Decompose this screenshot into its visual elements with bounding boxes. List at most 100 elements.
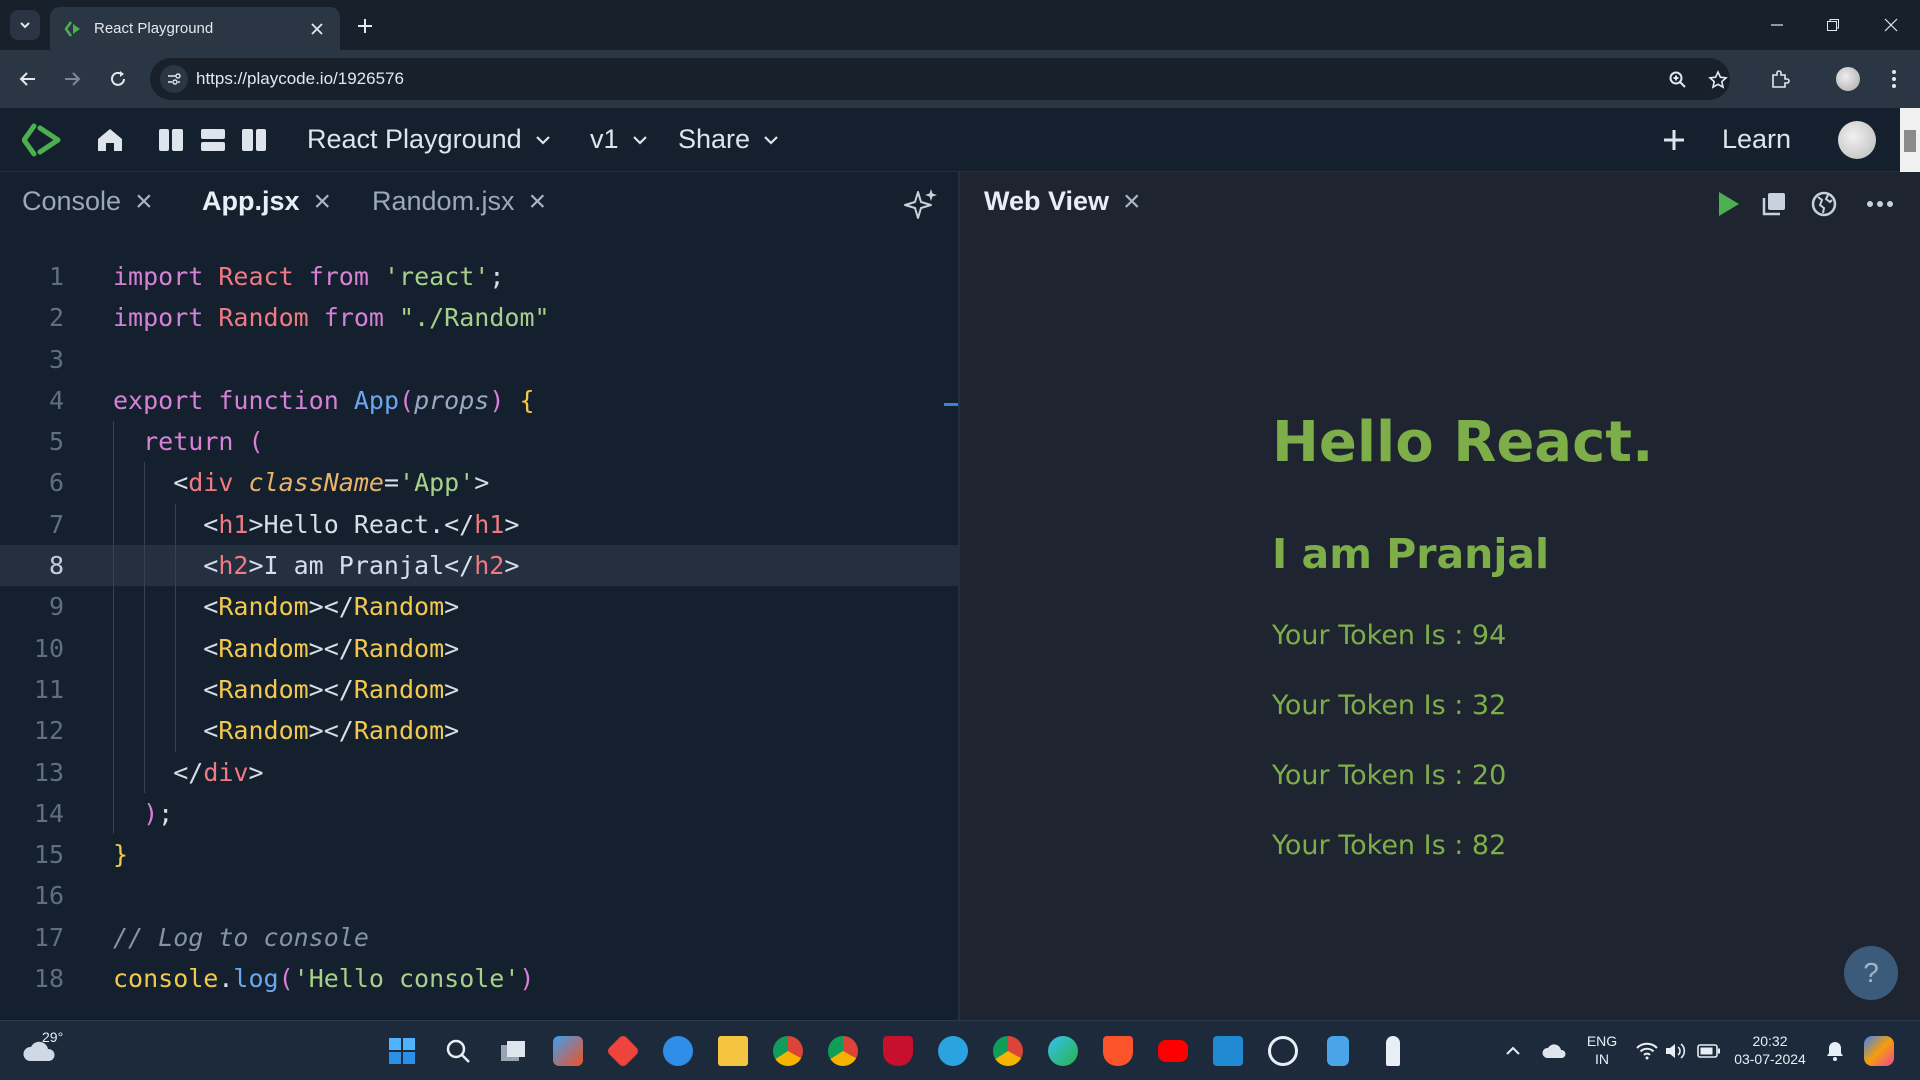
- taskbar-app-chrome-profile[interactable]: [991, 1034, 1025, 1068]
- close-icon[interactable]: ×: [1123, 186, 1141, 217]
- code-line[interactable]: 9 <Random></Random>: [0, 586, 958, 628]
- scrollbar-thumb[interactable]: [1904, 130, 1916, 152]
- code-line[interactable]: 10 <Random></Random>: [0, 627, 958, 669]
- browser-menu-button[interactable]: [1880, 65, 1908, 93]
- code-editor[interactable]: 1 import React from 'react'; 2 import Rand…: [0, 256, 958, 999]
- playcode-logo[interactable]: [22, 122, 66, 158]
- layout-right-button[interactable]: [236, 122, 272, 158]
- language-indicator[interactable]: ENG IN: [1580, 1032, 1624, 1068]
- show-hidden-icons-button[interactable]: [1496, 1034, 1530, 1068]
- code-line[interactable]: 17 // Log to console: [0, 917, 958, 958]
- new-project-button[interactable]: [1656, 122, 1692, 158]
- new-tab-button[interactable]: [352, 13, 378, 39]
- more-options-button[interactable]: [1862, 186, 1898, 222]
- site-info-button[interactable]: [160, 65, 188, 93]
- share-menu[interactable]: Share: [678, 124, 780, 155]
- code-line[interactable]: 14 );: [0, 792, 958, 835]
- code-line[interactable]: 2 import Random from "./Random": [0, 297, 958, 338]
- tab-random-jsx[interactable]: Random.jsx ×: [372, 186, 546, 217]
- browser-tab-active[interactable]: React Playground: [50, 7, 340, 50]
- run-button[interactable]: [1710, 186, 1746, 222]
- taskbar-app-chatgpt[interactable]: [1266, 1034, 1300, 1068]
- code-text: export function App(props) {: [113, 385, 535, 415]
- code-line[interactable]: 6 <div className='App'>: [0, 462, 958, 504]
- code-line[interactable]: 16: [0, 875, 958, 916]
- code-line[interactable]: 18 console.log('Hello console'): [0, 958, 958, 999]
- taskbar-app-anydesk[interactable]: [606, 1034, 640, 1068]
- zoom-button[interactable]: [1666, 68, 1690, 92]
- code-line[interactable]: 3: [0, 339, 958, 380]
- code-line[interactable]: 13 </div>: [0, 751, 958, 793]
- address-bar[interactable]: https://playcode.io/1926576: [150, 58, 1730, 100]
- extensions-button[interactable]: [1766, 65, 1794, 93]
- taskbar-app-store[interactable]: [551, 1034, 585, 1068]
- bookmark-button[interactable]: [1706, 68, 1730, 92]
- taskbar-app-mcafee[interactable]: [881, 1034, 915, 1068]
- version-menu[interactable]: v1: [590, 124, 649, 155]
- clock[interactable]: 20:32 03-07-2024: [1728, 1032, 1812, 1068]
- reload-button[interactable]: [104, 65, 132, 93]
- taskbar-app-telegram[interactable]: [936, 1034, 970, 1068]
- url-text[interactable]: https://playcode.io/1926576: [196, 69, 404, 89]
- taskbar-app-youtube[interactable]: [1156, 1034, 1190, 1068]
- minimize-button[interactable]: [1764, 12, 1790, 38]
- code-text: </div>: [113, 757, 264, 787]
- code-line[interactable]: 5 return (: [0, 421, 958, 463]
- copilot-button[interactable]: [1862, 1034, 1896, 1068]
- code-line[interactable]: 15}: [0, 834, 958, 875]
- tab-web-view[interactable]: Web View ×: [984, 186, 1141, 217]
- task-view-button[interactable]: [496, 1034, 530, 1068]
- code-line[interactable]: 11 <Random></Random>: [0, 668, 958, 711]
- layout-left-button[interactable]: [153, 122, 189, 158]
- line-number: 12: [33, 716, 64, 746]
- layout-rows-icon: [201, 129, 225, 151]
- layout-rows-button[interactable]: [195, 122, 231, 158]
- user-avatar[interactable]: [1838, 121, 1876, 159]
- code-line-current[interactable]: 8 <h2>I am Pranjal</h2>: [0, 545, 958, 587]
- project-menu[interactable]: React Playground: [307, 124, 552, 155]
- home-button[interactable]: [92, 122, 128, 158]
- restore-button[interactable]: [1820, 12, 1846, 38]
- taskbar-app-brave[interactable]: [1101, 1034, 1135, 1068]
- code-line[interactable]: 1 import React from 'react';: [0, 256, 958, 297]
- volume-button[interactable]: [1658, 1034, 1692, 1068]
- tab-console[interactable]: Console ×: [22, 186, 153, 217]
- taskbar-app-notepad[interactable]: [1321, 1034, 1355, 1068]
- close-window-button[interactable]: [1878, 12, 1904, 38]
- taskbar-app-vscode[interactable]: [1211, 1034, 1245, 1068]
- taskbar-app-file-explorer[interactable]: [716, 1034, 750, 1068]
- playcode-favicon-icon: [64, 20, 80, 37]
- help-button[interactable]: ?: [1844, 946, 1898, 1000]
- close-icon[interactable]: ×: [135, 186, 153, 217]
- notifications-button[interactable]: [1818, 1034, 1852, 1068]
- search-button[interactable]: [441, 1034, 475, 1068]
- tab-app-jsx[interactable]: App.jsx ×: [202, 186, 331, 217]
- code-line[interactable]: 7 <h1>Hello React.</h1>: [0, 503, 958, 546]
- close-icon[interactable]: ×: [314, 186, 332, 217]
- line-number: 4: [48, 385, 64, 415]
- back-button[interactable]: [14, 65, 42, 93]
- code-line[interactable]: 4 export function App(props) {: [0, 380, 958, 421]
- code-text: }: [113, 840, 129, 870]
- open-new-window-button[interactable]: [1756, 186, 1792, 222]
- page-scrollbar[interactable]: [1900, 108, 1920, 172]
- taskbar-app-edge[interactable]: [1046, 1034, 1080, 1068]
- taskbar-app-chrome-active[interactable]: [771, 1034, 805, 1068]
- close-tab-icon[interactable]: [308, 20, 326, 38]
- onedrive-button[interactable]: [1537, 1034, 1571, 1068]
- battery-button[interactable]: [1692, 1034, 1726, 1068]
- sparkles-icon[interactable]: [900, 186, 940, 226]
- publish-button[interactable]: [1806, 186, 1842, 222]
- taskbar-app-rocket[interactable]: [1376, 1034, 1410, 1068]
- profile-button[interactable]: [1834, 65, 1862, 93]
- forward-button[interactable]: [58, 65, 86, 93]
- taskbar-app-chrome[interactable]: [826, 1034, 860, 1068]
- code-line[interactable]: 12 <Random></Random>: [0, 710, 958, 752]
- restore-icon: [1827, 19, 1839, 31]
- taskbar-app-help[interactable]: [661, 1034, 695, 1068]
- start-button[interactable]: [385, 1034, 419, 1068]
- close-icon[interactable]: ×: [529, 186, 547, 217]
- code-text: <h2>I am Pranjal</h2>: [113, 551, 520, 581]
- tab-search-button[interactable]: [10, 10, 40, 40]
- learn-link[interactable]: Learn: [1722, 124, 1791, 155]
